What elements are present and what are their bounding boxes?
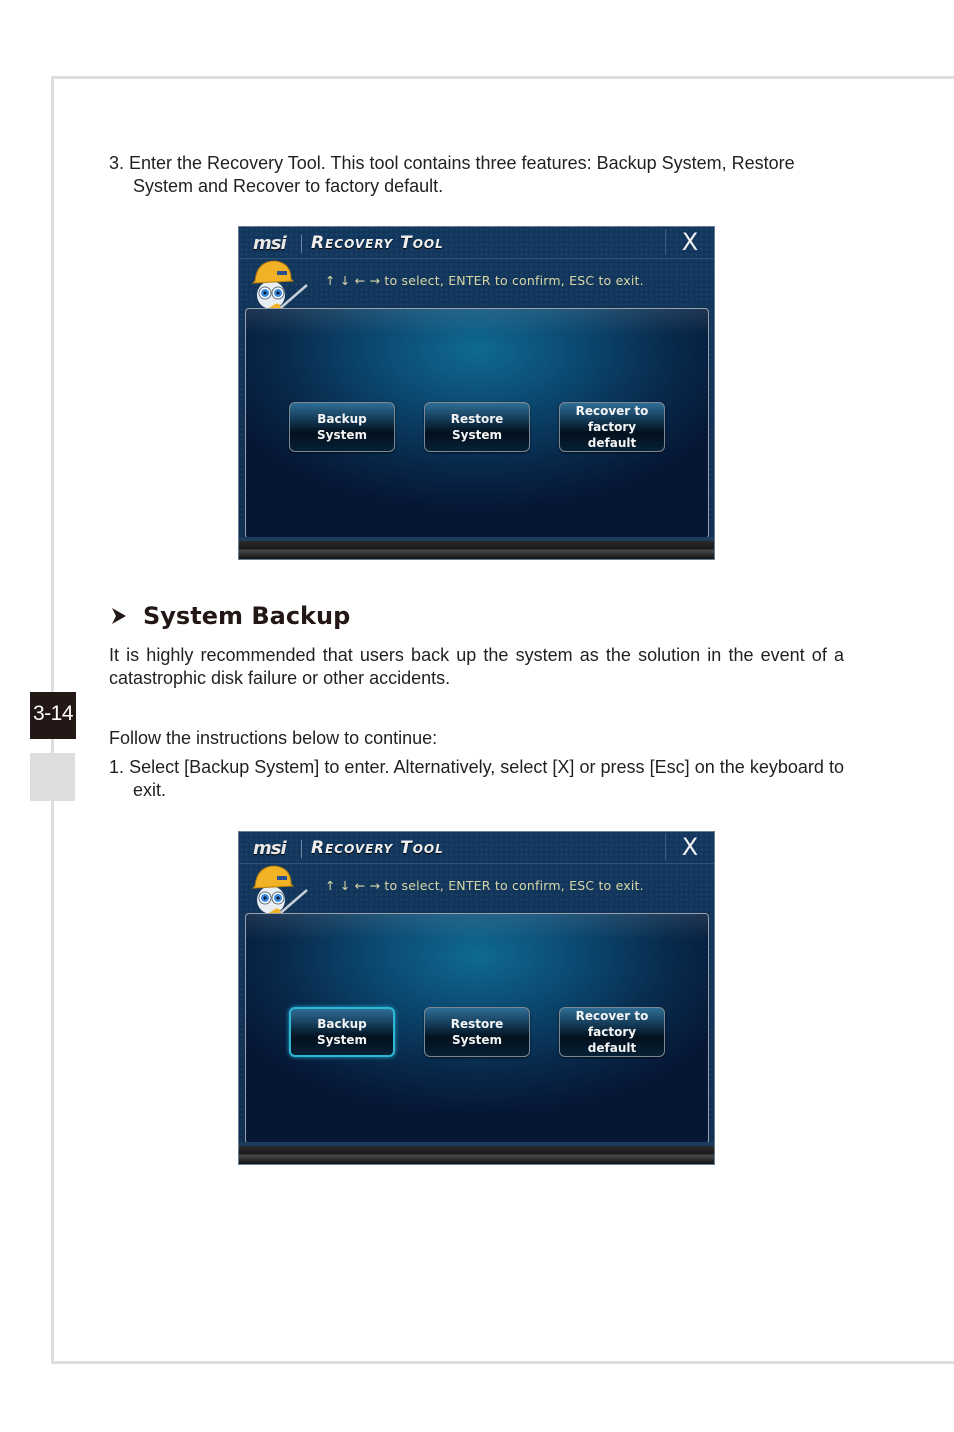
close-separator [665,834,666,860]
page-frame-top [51,76,954,79]
chevron-right-icon [112,608,126,624]
recovery-tool-window-2: msi Recovery Tool X ↑ ↓ ← → to select, E… [238,831,715,1165]
step-1-text: 1. Select [Backup System] to enter. Alte… [109,757,844,800]
button-label: Recover to factory default [562,403,662,451]
close-button[interactable]: X [675,227,705,257]
window-footer [239,541,714,559]
app-title: Recovery Tool [311,838,444,858]
restore-system-button[interactable]: Restore System [424,402,530,452]
backup-system-button-selected[interactable]: Backup System [289,1007,395,1057]
close-button[interactable]: X [675,832,705,862]
follow-instructions-text: Follow the instructions below to continu… [109,728,438,748]
section-heading: System Backup [109,600,350,632]
page-frame-bottom [51,1361,954,1364]
step-3-text: 3. Enter the Recovery Tool. This tool co… [109,153,795,196]
page-tab-decoration [30,753,75,801]
recover-factory-default-button[interactable]: Recover to factory default [559,1007,665,1057]
button-label-line-2: factory default [587,420,637,450]
section-heading-text: System Backup [143,602,351,630]
button-label-line-1: Recover to [575,404,649,418]
navigation-hint: ↑ ↓ ← → to select, ENTER to confirm, ESC… [325,273,644,288]
button-label-line-2: factory default [587,1025,637,1055]
options-panel: Backup System Restore System Recover to … [245,308,709,539]
app-title: Recovery Tool [311,233,444,253]
restore-system-button[interactable]: Restore System [424,1007,530,1057]
options-panel: Backup System Restore System Recover to … [245,913,709,1144]
page-number-tab: 3-14 [30,692,76,739]
recover-factory-default-button[interactable]: Recover to factory default [559,402,665,452]
button-label-line-1: Recover to [575,1009,649,1023]
navigation-hint: ↑ ↓ ← → to select, ENTER to confirm, ESC… [325,878,644,893]
button-label: Recover to factory default [562,1008,662,1056]
section-intro: It is highly recommended that users back… [109,645,844,688]
recovery-tool-window-1: msi Recovery Tool X ↑ ↓ ← → to select, E… [238,226,715,560]
backup-system-button[interactable]: Backup System [289,402,395,452]
close-separator [665,229,666,255]
window-footer [239,1146,714,1164]
